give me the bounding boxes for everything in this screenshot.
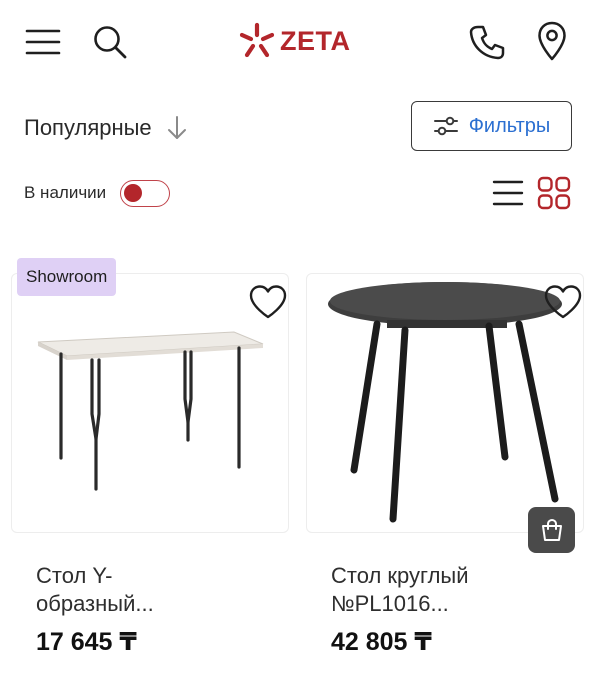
filters-button[interactable]: Фильтры [411, 101, 572, 151]
product-image-table-y [37, 331, 264, 491]
top-bar: ZETA [0, 0, 596, 84]
search-icon [94, 26, 127, 59]
heart-icon [249, 285, 287, 319]
sort-label: Популярные [24, 115, 152, 140]
product-name-2-line1: Стол круглый [331, 563, 469, 588]
add-to-cart-button[interactable] [528, 507, 575, 553]
grid-view-icon [537, 176, 571, 210]
in-stock-label: В наличии [24, 183, 107, 202]
logo-text: ZETA [280, 25, 351, 56]
product-price-2: 42 805 ₸ [331, 628, 432, 656]
grid-view-button[interactable] [537, 176, 571, 210]
phone-icon [469, 25, 505, 60]
heart-icon [544, 285, 582, 319]
product-name-1[interactable]: Стол Y- образный... [36, 562, 276, 618]
toggle-knob [124, 183, 143, 202]
list-view-button[interactable] [491, 176, 525, 210]
product-name-1-line1: Стол Y- [36, 563, 113, 588]
zeta-logo[interactable]: ZETA [238, 18, 351, 64]
location-button[interactable] [532, 18, 572, 64]
sliders-icon [433, 116, 458, 136]
search-button[interactable] [88, 20, 132, 64]
filters-label: Фильтры [468, 114, 551, 137]
in-stock-toggle[interactable] [120, 179, 171, 207]
arrow-down-icon [167, 116, 186, 139]
favorite-button-2[interactable] [543, 284, 583, 320]
product-name-2[interactable]: Стол круглый №PL1016... [331, 562, 571, 618]
product-price-1: 17 645 ₸ [36, 628, 137, 656]
shopping-bag-icon [541, 518, 562, 541]
in-stock-filter: В наличии [24, 176, 171, 210]
showroom-badge: Showroom [17, 258, 117, 296]
phone-button[interactable] [466, 20, 508, 64]
menu-icon [25, 29, 61, 55]
product-name-1-line2: образный... [36, 591, 154, 616]
sort-dropdown[interactable]: Популярные [24, 108, 188, 148]
product-name-2-line2: №PL1016... [331, 591, 449, 616]
favorite-button-1[interactable] [248, 284, 288, 320]
menu-button[interactable] [22, 22, 64, 62]
star-logo-icon [239, 22, 275, 58]
product-image-table-round [328, 282, 562, 523]
list-view-icon [492, 180, 524, 206]
location-pin-icon [538, 21, 566, 61]
